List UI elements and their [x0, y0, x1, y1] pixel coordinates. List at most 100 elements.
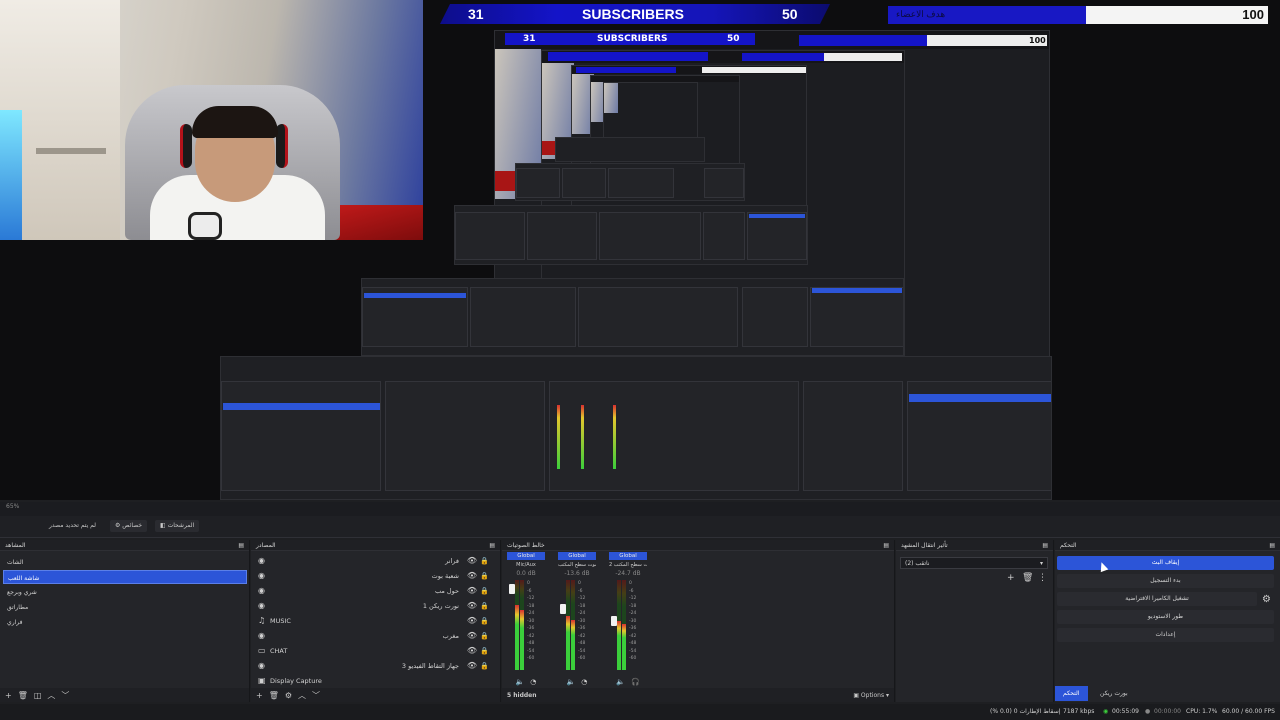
source-item[interactable]: ◉ مغرب 👁 🔒 — [256, 628, 495, 643]
lock-icon[interactable]: 🔒 — [480, 587, 489, 595]
source-item[interactable]: ◉ شعبة بوت 👁 🔒 — [256, 568, 495, 583]
move-up-icon[interactable]: ︿ — [298, 690, 306, 701]
stop-streaming-button[interactable]: إيقاف البث — [1057, 556, 1274, 570]
scene-item[interactable]: مطاراتق — [3, 600, 247, 614]
preview-canvas[interactable]: 31 SUBSCRIBERS 50 هدف الاعضاء 100 31 SUB… — [0, 0, 1280, 500]
studio-mode-button[interactable]: طور الاستوديو — [1057, 610, 1274, 624]
source-label: حول مب — [434, 586, 459, 595]
visibility-eye-icon[interactable]: 👁 — [467, 616, 477, 625]
remove-scene-icon[interactable]: 🗑 — [18, 691, 28, 700]
start-recording-button[interactable]: بدء التسجيل — [1057, 574, 1274, 588]
scenes-toolbar: + 🗑 ◫ ︿ ﹀ — [0, 688, 249, 702]
source-item[interactable]: ◉ جهاز التقاط الفيديو 3 👁 🔒 — [256, 658, 495, 673]
speaker-icon[interactable]: 🔈 — [567, 678, 576, 686]
volume-fader[interactable] — [611, 616, 617, 626]
nested-sub-goal: 50 — [727, 34, 740, 44]
filters-button[interactable]: ◧ المرشحات — [155, 520, 200, 532]
move-down-icon[interactable]: ﹀ — [312, 690, 320, 701]
db-scale-tick: 0 — [527, 581, 530, 586]
add-scene-icon[interactable]: + — [5, 691, 12, 700]
visibility-eye-icon[interactable]: 👁 — [467, 601, 477, 610]
source-item[interactable]: ♫ MUSIC 👁 🔒 — [256, 613, 495, 628]
sub-count: 31 — [468, 6, 484, 22]
properties-button[interactable]: ⚙ خصائص — [110, 520, 148, 532]
scene-item[interactable]: فراري — [3, 615, 247, 629]
options-button[interactable]: Options — [861, 692, 884, 699]
db-scale-tick: -12 — [527, 596, 535, 601]
visibility-eye-icon[interactable]: 👁 — [467, 556, 477, 565]
lock-icon[interactable]: 🔒 — [480, 647, 489, 655]
scene-filter-icon[interactable]: ◫ — [34, 691, 42, 700]
add-transition-icon[interactable]: + — [1007, 573, 1015, 583]
source-label: جهاز التقاط الفيديو 3 — [401, 661, 459, 670]
lock-icon[interactable]: 🔒 — [480, 632, 489, 640]
scene-item[interactable]: شري وبرجع — [3, 585, 247, 599]
lock-icon[interactable]: 🔒 — [480, 557, 489, 565]
dock-menu-icon[interactable]: ▤ — [238, 542, 244, 549]
sources-dock: المصادر ▤ ◉ فرانر 👁 🔒 ◉ شعبة بوت 👁 🔒 ◉ حول مب 👁 🔒 ◉ نو… — [251, 540, 501, 702]
scene-item[interactable]: الشات — [3, 555, 247, 569]
layout-icon[interactable]: ▣ — [853, 692, 861, 699]
zoom-level[interactable]: 65% — [6, 503, 19, 510]
db-scale-tick: -18 — [629, 603, 637, 609]
visibility-eye-icon[interactable]: 👁 — [467, 661, 477, 670]
volume-fader[interactable] — [509, 584, 515, 594]
source-item[interactable]: ◉ حول مب 👁 🔒 — [256, 583, 495, 598]
chevron-down-icon: ▾ — [1039, 560, 1043, 567]
tab-other[interactable]: بورت ريكن — [1092, 686, 1136, 701]
channel-name[interactable]: Mic/Aux — [507, 562, 545, 568]
transition-select[interactable]: (2) ناتقب ▾ — [900, 557, 1048, 569]
start-virtual-camera-button[interactable]: تشغيل الكاميرا الافتراضية — [1057, 592, 1257, 606]
remove-source-icon[interactable]: 🗑 — [269, 691, 279, 700]
db-scale-tick: -48 — [527, 641, 535, 646]
headphone-icon[interactable]: 🎧 — [631, 678, 640, 686]
channel-menu-icon[interactable]: ◔ — [530, 678, 536, 686]
source-item[interactable]: ▭ CHAT 👁 🔒 — [256, 643, 495, 658]
lock-icon[interactable]: 🔒 — [480, 662, 489, 670]
db-scale-tick: -12 — [578, 596, 586, 601]
sub-title: SUBSCRIBERS — [582, 6, 684, 22]
channel-name[interactable]: صوت سطح المكتب 2 — [609, 562, 647, 568]
source-type-icon: ◉ — [258, 601, 265, 610]
source-item[interactable]: ▣ Display Capture — [256, 673, 495, 688]
virtual-camera-settings-icon[interactable]: ⚙ — [1262, 594, 1271, 605]
visibility-eye-icon[interactable]: 👁 — [467, 646, 477, 655]
remove-transition-icon[interactable]: 🗑 — [1022, 573, 1033, 583]
dock-menu-icon[interactable]: ▤ — [489, 542, 495, 549]
nested-goal-max: 100 — [1029, 36, 1046, 45]
scene-item[interactable]: شاشة اللعب — [3, 570, 247, 584]
transition-menu-icon[interactable]: ⋮ — [1038, 573, 1047, 583]
mixer-channel: Global صوت سطح المكتب -13.6 dB 0 -6 -12 -18 -24… — [558, 552, 596, 688]
display-capture-icon: ▣ — [258, 676, 266, 685]
volume-fader[interactable] — [560, 604, 566, 614]
visibility-eye-icon[interactable]: 👁 — [467, 571, 477, 580]
lock-icon[interactable]: 🔒 — [480, 602, 489, 610]
source-item[interactable]: ◉ فرانر 👁 🔒 — [256, 553, 495, 568]
move-up-icon[interactable]: ︿ — [47, 690, 55, 701]
channel-menu-icon[interactable]: ◔ — [581, 678, 587, 686]
dock-menu-icon[interactable]: ▤ — [1042, 542, 1048, 549]
dock-menu-icon[interactable]: ▤ — [883, 542, 889, 549]
visibility-eye-icon[interactable]: 👁 — [467, 631, 477, 640]
goal-label: هدف الاعضاء — [896, 9, 946, 19]
db-scale-tick: 0 — [578, 581, 581, 586]
channel-name[interactable]: صوت سطح المكتب — [558, 562, 596, 568]
source-type-icon: ◉ — [258, 571, 265, 580]
tab-controls[interactable]: التحكم — [1055, 686, 1088, 701]
db-scale-tick: -36 — [578, 626, 586, 631]
add-source-icon[interactable]: + — [256, 691, 263, 700]
lock-icon[interactable]: 🔒 — [480, 617, 489, 625]
hidden-channels-label[interactable]: 5 hidden — [507, 692, 537, 699]
visibility-eye-icon[interactable]: 👁 — [467, 586, 477, 595]
lock-icon[interactable]: 🔒 — [480, 572, 489, 580]
db-scale: 0 -6 -12 -18 -24 -30 -36 -42 -48 -54 -60 — [629, 580, 636, 663]
cpu-usage: CPU: 1.7% — [1186, 708, 1218, 715]
source-item[interactable]: ◉ نورت ريكن 1 👁 🔒 — [256, 598, 495, 613]
dock-menu-icon[interactable]: ▤ — [1269, 542, 1275, 549]
settings-button[interactable]: إعدادات — [1057, 628, 1274, 642]
db-scale-tick: -24 — [629, 611, 637, 616]
speaker-icon[interactable]: 🔈 — [516, 678, 525, 686]
speaker-icon[interactable]: 🔈 — [616, 678, 625, 686]
source-settings-icon[interactable]: ⚙ — [285, 691, 292, 700]
move-down-icon[interactable]: ﹀ — [61, 690, 69, 701]
